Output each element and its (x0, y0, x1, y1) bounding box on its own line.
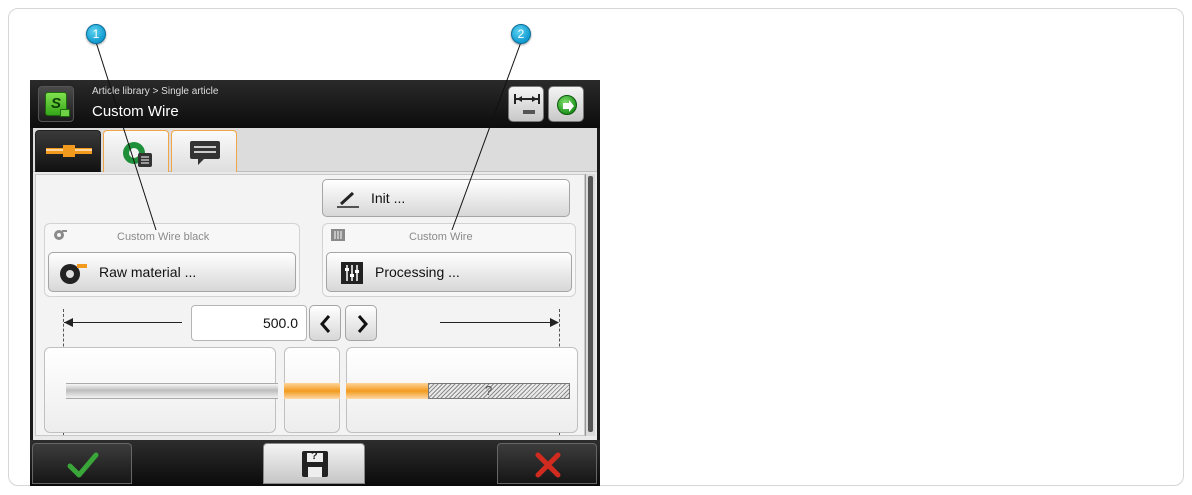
vertical-scrollbar[interactable] (585, 174, 595, 436)
processing-caption: Custom Wire (409, 231, 473, 243)
page-title: Custom Wire (92, 103, 179, 120)
tab-processing[interactable] (103, 130, 169, 172)
callout-1: 1 (86, 24, 106, 44)
raw-material-button[interactable]: Raw material ... (48, 252, 296, 292)
length-measure-icon (514, 94, 540, 114)
bottom-bar: ? (30, 440, 600, 486)
article-panel: Init ... Custom Wire black Raw material … (35, 174, 585, 436)
wire-conductor-right (346, 383, 428, 399)
wire-reel-icon (60, 264, 87, 284)
tab-comment[interactable] (171, 130, 237, 172)
sliders-small-icon (331, 229, 345, 241)
comment-icon (190, 141, 220, 165)
title-bar: S Article library > Single article Custo… (30, 80, 600, 128)
chevron-left-icon (320, 315, 331, 333)
wire-icon (46, 145, 92, 157)
raw-material-caption: Custom Wire black (117, 231, 210, 243)
wire-conductor-middle (284, 383, 340, 399)
save-unknown-marker: ? (311, 450, 318, 462)
dimension-arrow-right-icon (550, 318, 559, 327)
pencil-icon (337, 191, 359, 208)
wire-unknown-segment: ? (428, 383, 570, 399)
cancel-button[interactable] (497, 443, 597, 484)
chevron-right-icon (357, 315, 368, 333)
breadcrumb: Article library > Single article (92, 86, 219, 97)
app-menu-button[interactable]: S (38, 86, 74, 122)
checkmark-icon (67, 452, 99, 478)
scrollbar-thumb[interactable] (588, 176, 593, 432)
raw-material-group: Custom Wire black Raw material ... (44, 223, 300, 297)
close-icon (535, 452, 561, 478)
wire-insulation-left (66, 383, 278, 399)
wire-reel-small-icon (54, 230, 67, 240)
length-input[interactable]: 500.0 (191, 305, 307, 341)
raw-material-button-label: Raw material ... (99, 264, 197, 280)
sliders-icon (341, 262, 363, 284)
save-button[interactable]: ? (263, 443, 365, 484)
main-content: Init ... Custom Wire black Raw material … (33, 128, 597, 440)
length-measure-button[interactable] (508, 86, 544, 122)
app-badge-icon (60, 109, 70, 117)
processing-group: Custom Wire Processing ... (322, 223, 576, 297)
unknown-marker: ? (485, 383, 493, 398)
confirm-button[interactable] (32, 443, 132, 484)
dimension-line-left (64, 322, 182, 323)
forward-arrow-icon (557, 95, 577, 115)
dimension-arrow-left-icon (64, 318, 73, 327)
init-button[interactable]: Init ... (322, 179, 570, 217)
callout-2: 2 (511, 24, 531, 44)
length-decrease-button[interactable] (309, 305, 341, 341)
forward-button[interactable] (548, 86, 584, 122)
processing-button-label: Processing ... (375, 264, 460, 280)
processing-list-icon (123, 142, 152, 167)
init-button-label: Init ... (371, 190, 406, 206)
device-screen: S Article library > Single article Custo… (30, 80, 600, 486)
tab-wire[interactable] (35, 130, 101, 172)
tab-bar (33, 128, 597, 172)
length-increase-button[interactable] (345, 305, 377, 341)
dimension-line-right (440, 322, 558, 323)
processing-button[interactable]: Processing ... (326, 252, 572, 292)
